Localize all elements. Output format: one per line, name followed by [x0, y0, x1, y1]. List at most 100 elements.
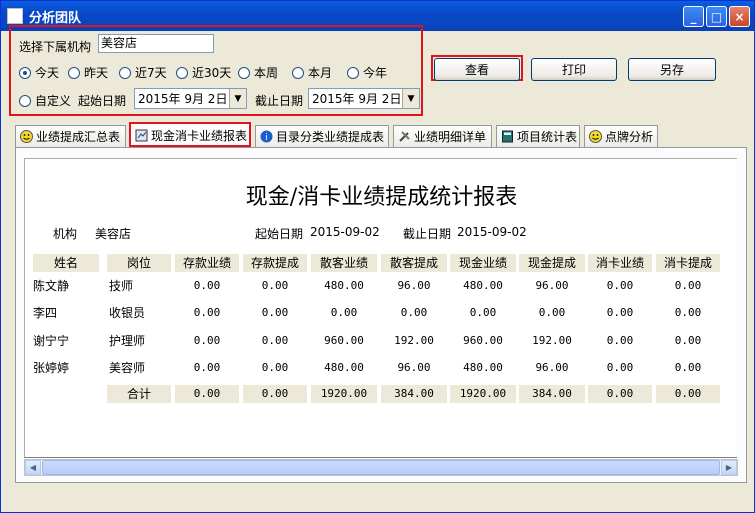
chevron-down-icon[interactable]: ▼ — [402, 89, 419, 108]
scroll-left-icon[interactable]: ◀ — [25, 460, 41, 475]
total-value-cell: 0.00 — [588, 385, 652, 403]
report-end-value: 2015-09-02 — [457, 225, 527, 239]
end-date-picker[interactable]: 2015年 9月 2日 ▼ — [308, 88, 420, 109]
tab-category-commission[interactable]: i 目录分类业绩提成表 — [255, 125, 389, 147]
tools-icon — [398, 130, 411, 143]
value-cell: 0.00 — [261, 334, 289, 347]
column-header: 消卡业绩 — [588, 254, 652, 272]
value-cell: 480.00 — [463, 361, 503, 374]
value-cell: 0.00 — [606, 361, 634, 374]
radio-today[interactable]: 今天 — [19, 64, 59, 81]
total-value-cell: 0.00 — [656, 385, 720, 403]
column-header: 散客提成 — [381, 254, 447, 272]
staff-name-cell: 陈文静 — [33, 279, 70, 293]
position-cell: 护理师 — [109, 334, 146, 348]
horizontal-scrollbar[interactable]: ◀ ▶ — [24, 459, 738, 476]
radio-custom[interactable]: 自定义 — [19, 92, 71, 109]
report-start-value: 2015-09-02 — [310, 225, 380, 239]
value-cell: 480.00 — [324, 361, 364, 374]
start-date-value: 2015年 9月 2日 — [138, 92, 228, 106]
staff-name-cell: 张婷婷 — [33, 361, 70, 375]
value-cell: 0.00 — [193, 279, 221, 292]
total-value-cell: 384.00 — [519, 385, 585, 403]
radio-last-30-days[interactable]: 近30天 — [176, 64, 231, 81]
column-header: 现金业绩 — [450, 254, 516, 272]
column-header: 存款业绩 — [175, 254, 239, 272]
value-cell: 960.00 — [463, 334, 503, 347]
radio-this-year[interactable]: 今年 — [347, 64, 387, 81]
org-input[interactable]: 美容店 — [98, 34, 214, 53]
tab-commission-summary[interactable]: 业绩提成汇总表 — [15, 125, 126, 147]
position-cell: 美容师 — [109, 361, 146, 375]
print-button[interactable]: 打印 — [531, 58, 617, 81]
chevron-down-icon[interactable]: ▼ — [229, 89, 246, 108]
radio-dot — [292, 66, 304, 79]
report-org-label: 机构 — [53, 227, 78, 241]
total-value-cell: 1920.00 — [450, 385, 516, 403]
app-icon — [7, 8, 23, 24]
value-cell: 0.00 — [261, 279, 289, 292]
value-cell: 0.00 — [261, 361, 289, 374]
close-button[interactable]: × — [729, 6, 750, 27]
value-cell: 480.00 — [463, 279, 503, 292]
radio-this-week[interactable]: 本周 — [238, 64, 278, 81]
window-title: 分析团队 — [29, 10, 82, 26]
scroll-right-icon[interactable]: ▶ — [721, 460, 737, 475]
info-icon: i — [260, 130, 273, 143]
value-cell: 0.00 — [606, 334, 634, 347]
radio-this-month[interactable]: 本月 — [292, 64, 332, 81]
query-button[interactable]: 查看 — [434, 58, 520, 81]
value-cell: 0.00 — [674, 279, 702, 292]
radio-yesterday[interactable]: 昨天 — [68, 64, 108, 81]
position-cell: 收银员 — [109, 306, 146, 320]
maximize-button[interactable]: □ — [706, 6, 727, 27]
value-cell: 0.00 — [400, 306, 428, 319]
value-cell: 0.00 — [193, 306, 221, 319]
value-cell: 96.00 — [535, 279, 569, 292]
staff-name-cell: 谢宁宁 — [33, 334, 70, 348]
column-header: 姓名 — [33, 254, 99, 272]
analysis-window: 分析团队 _ □ × 选择下属机构 美容店 今天 昨天 近7天 近30天 本周 … — [0, 0, 755, 513]
active-tab-highlight-box — [129, 122, 251, 147]
report-area: 现金/消卡业绩提成统计报表 机构 美容店 起始日期 2015-09-02 截止日… — [24, 158, 737, 458]
value-cell: 96.00 — [535, 361, 569, 374]
total-value-cell: 0.00 — [175, 385, 239, 403]
value-cell: 192.00 — [394, 334, 434, 347]
radio-last-7-days[interactable]: 近7天 — [119, 64, 167, 81]
radio-dot — [19, 66, 31, 79]
position-cell: 技师 — [109, 279, 134, 293]
calculator-icon — [501, 130, 514, 143]
scroll-thumb[interactable] — [42, 460, 720, 475]
total-value-cell: 0.00 — [243, 385, 307, 403]
value-cell: 0.00 — [469, 306, 497, 319]
value-cell: 0.00 — [606, 306, 634, 319]
value-cell: 96.00 — [397, 279, 431, 292]
value-cell: 0.00 — [193, 334, 221, 347]
column-header: 散客业绩 — [311, 254, 377, 272]
value-cell: 0.00 — [330, 306, 358, 319]
value-cell: 0.00 — [538, 306, 566, 319]
radio-dot — [238, 66, 250, 79]
column-header: 现金提成 — [519, 254, 585, 272]
smiley-icon — [20, 130, 33, 143]
tab-performance-details[interactable]: 业绩明细详单 — [393, 125, 492, 147]
report-end-label: 截止日期 — [403, 227, 452, 241]
tab-card-analysis[interactable]: 点牌分析 — [584, 125, 658, 147]
value-cell: 480.00 — [324, 279, 364, 292]
report-title: 现金/消卡业绩提成统计报表 — [245, 185, 518, 210]
org-label: 选择下属机构 — [19, 40, 92, 54]
total-value-cell: 1920.00 — [311, 385, 377, 403]
value-cell: 0.00 — [674, 361, 702, 374]
save-as-button[interactable]: 另存 — [628, 58, 716, 81]
radio-dot — [119, 66, 131, 79]
start-date-picker[interactable]: 2015年 9月 2日 ▼ — [134, 88, 247, 109]
minimize-button[interactable]: _ — [683, 6, 704, 27]
staff-name-cell: 李四 — [33, 306, 58, 320]
total-label: 合计 — [107, 385, 171, 403]
svg-text:i: i — [265, 133, 268, 143]
radio-dot — [68, 66, 80, 79]
total-value-cell: 384.00 — [381, 385, 447, 403]
value-cell: 96.00 — [397, 361, 431, 374]
value-cell: 0.00 — [606, 279, 634, 292]
tab-item-statistics[interactable]: 项目统计表 — [496, 125, 580, 147]
